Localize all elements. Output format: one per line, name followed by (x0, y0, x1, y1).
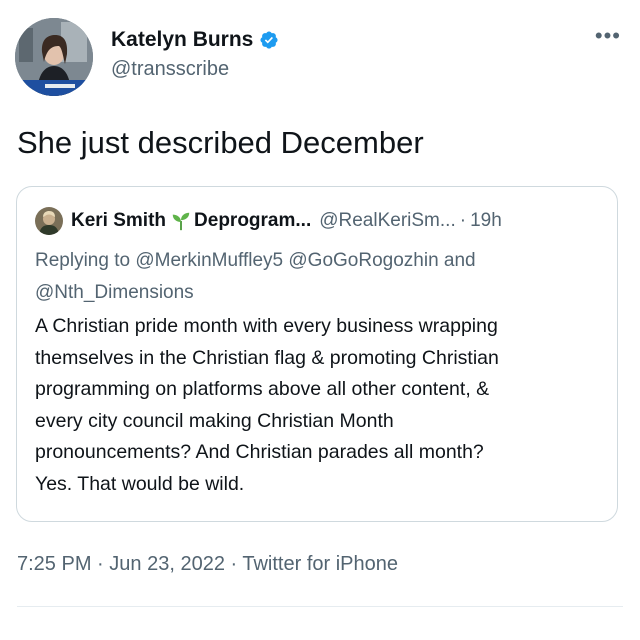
author-name-row: Katelyn Burns (111, 28, 279, 52)
author-avatar[interactable] (15, 18, 93, 96)
quoted-separator: · (459, 210, 467, 231)
quoted-avatar-image (35, 207, 63, 235)
replying-prefix: Replying to (35, 250, 136, 271)
replying-to: Replying to @MerkinMuffley5 @GoGoRogozhi… (35, 245, 595, 309)
quoted-text-line: every city council making Christian Mont… (35, 409, 394, 432)
quoted-handle[interactable]: @RealKeriSm... (319, 210, 456, 232)
avatar-image (15, 18, 93, 96)
quoted-tweet-text: A Christian pride month with every busin… (35, 311, 605, 500)
author-display-name[interactable]: Katelyn Burns (111, 28, 253, 52)
quoted-display-name[interactable]: Keri Smith (71, 210, 166, 232)
divider (17, 606, 623, 607)
quoted-timestamp[interactable]: 19h (470, 210, 502, 232)
tweet-meta: 7:25 PM · Jun 23, 2022 · Twitter for iPh… (17, 553, 398, 576)
quoted-tweet-header: Keri Smith Deprogram... @RealKeriSm... ·… (35, 207, 599, 235)
quoted-display-name-suffix[interactable]: Deprogram... (194, 210, 311, 232)
quoted-text-line: themselves in the Christian flag & promo… (35, 346, 499, 369)
tweet-text: She just described December (17, 125, 424, 160)
quoted-text-line: A Christian pride month with every busin… (35, 315, 498, 337)
tweet-time[interactable]: 7:25 PM (17, 553, 91, 575)
meta-separator: · (230, 553, 238, 575)
quoted-tweet-card[interactable]: Keri Smith Deprogram... @RealKeriSm... ·… (16, 186, 618, 522)
quoted-text-line: programming on platforms above all other… (35, 378, 490, 400)
more-options-icon[interactable]: ••• (595, 25, 621, 47)
verified-badge-icon (260, 31, 278, 49)
tweet-header: Katelyn Burns @transscribe ••• (15, 18, 625, 98)
tweet-source[interactable]: Twitter for iPhone (242, 553, 398, 575)
author-block: Katelyn Burns @transscribe (111, 28, 279, 81)
quoted-text-line: pronouncements? And Christian parades al… (35, 441, 484, 463)
meta-separator: · (97, 553, 104, 575)
author-handle[interactable]: @transscribe (111, 58, 279, 81)
quoted-text-line: Yes. That would be wild. (35, 472, 245, 495)
seedling-icon (172, 212, 190, 231)
quoted-author-avatar[interactable] (35, 207, 63, 235)
tweet-date[interactable]: Jun 23, 2022 (109, 553, 225, 575)
